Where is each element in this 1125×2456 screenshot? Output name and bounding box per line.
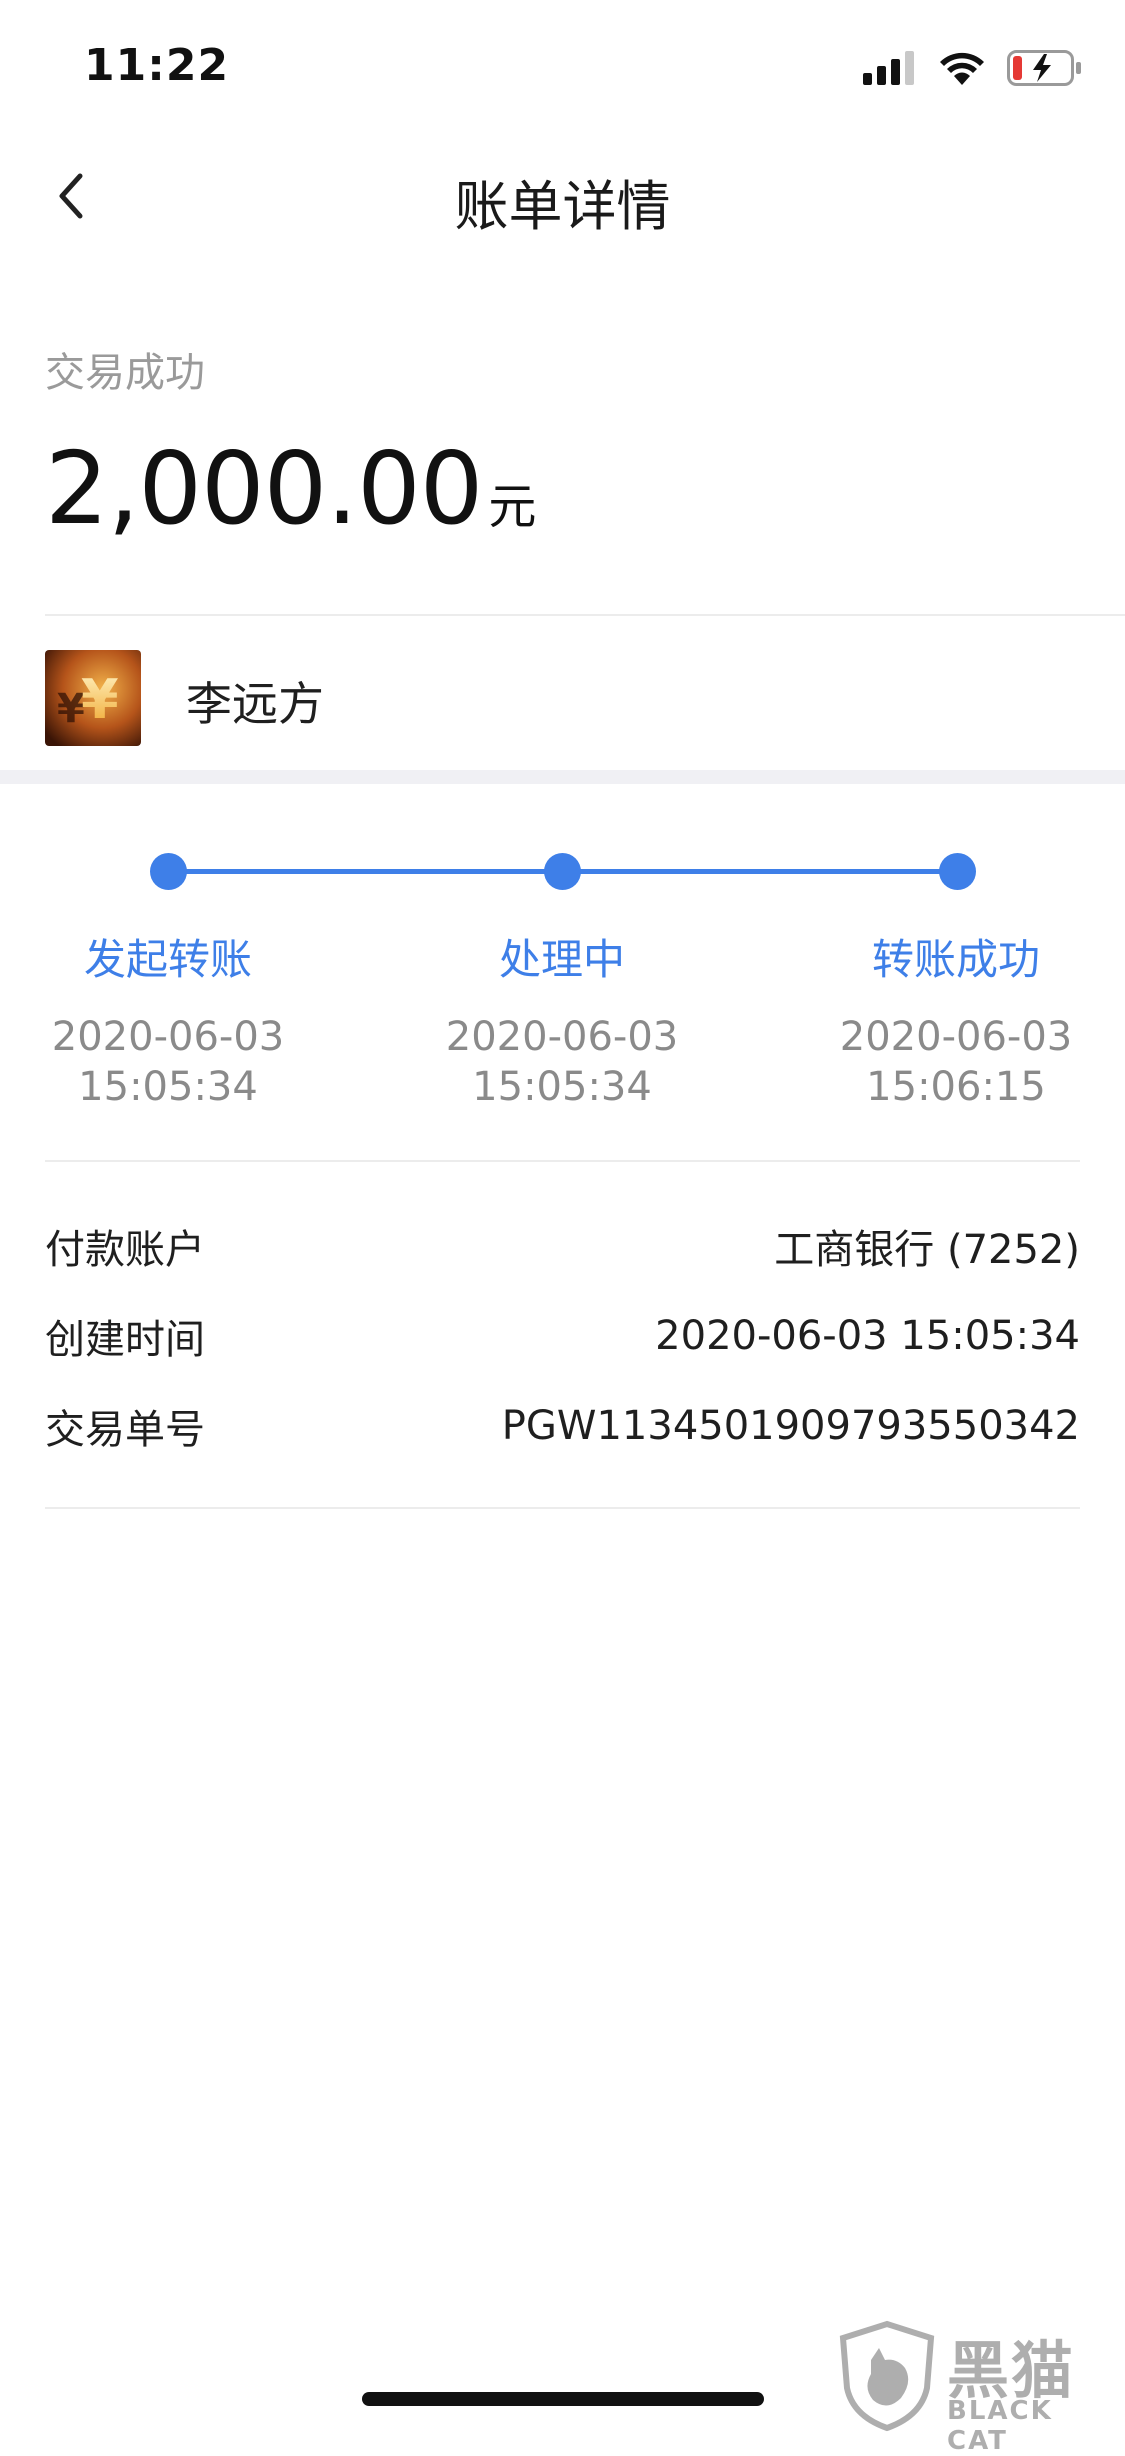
progress-dot-processing	[544, 853, 581, 890]
detail-label: 付款账户	[45, 1227, 205, 1273]
watermark: 黑猫 BLACK CAT	[835, 2320, 1115, 2456]
progress-step-processing: 处理中 2020-06-03 15:05:34	[412, 930, 712, 1112]
step-time: 15:05:34	[78, 1064, 258, 1110]
step-time: 15:06:15	[866, 1064, 1046, 1110]
amount-unit: 元	[488, 479, 537, 535]
page-title: 账单详情	[454, 175, 671, 238]
section-separator	[0, 770, 1125, 784]
step-label: 发起转账	[83, 935, 252, 984]
step-date: 2020-06-03	[445, 1014, 679, 1060]
detail-label: 交易单号	[45, 1407, 205, 1453]
progress-dot-success	[939, 853, 976, 890]
payee-avatar: ¥ ¥	[45, 650, 141, 746]
detail-row-payment-account: 付款账户 工商银行 (7252)	[45, 1216, 1080, 1276]
status-time: 11:22	[84, 40, 230, 91]
wifi-icon	[940, 52, 984, 85]
detail-row-transaction-id[interactable]: 交易单号 PGW1134501909793550342	[45, 1396, 1080, 1456]
detail-value: 工商银行 (7252)	[774, 1227, 1080, 1273]
payee-name: 李远方	[186, 677, 324, 731]
divider	[45, 1507, 1080, 1509]
step-label: 处理中	[498, 935, 625, 984]
nav-bar: 账单详情	[0, 132, 1125, 262]
progress-dot-start	[150, 853, 187, 890]
status-icons	[863, 48, 1083, 88]
amount-value: 2,000.00	[45, 430, 483, 547]
detail-value[interactable]: PGW1134501909793550342	[502, 1403, 1080, 1449]
step-date: 2020-06-03	[51, 1014, 285, 1060]
detail-value: 2020-06-03 15:05:34	[655, 1313, 1080, 1359]
progress-step-success: 转账成功 2020-06-03 15:06:15	[806, 930, 1106, 1112]
yuan-coin-avatar-icon: ¥ ¥	[45, 650, 141, 746]
watermark-text-en: BLACK CAT	[947, 2396, 1053, 2456]
battery-charging-icon	[1007, 50, 1081, 86]
transaction-amount: 2,000.00 元	[45, 430, 536, 547]
detail-row-created-time: 创建时间 2020-06-03 15:05:34	[45, 1306, 1080, 1366]
cellular-signal-icon	[863, 51, 914, 85]
home-indicator[interactable]	[362, 2392, 764, 2406]
divider	[45, 614, 1125, 616]
status-bar: 11:22	[0, 0, 1125, 132]
step-time: 15:05:34	[472, 1064, 652, 1110]
progress-step-start: 发起转账 2020-06-03 15:05:34	[18, 930, 318, 1112]
step-date: 2020-06-03	[839, 1014, 1073, 1060]
cat-shield-icon	[839, 2320, 935, 2432]
step-label: 转账成功	[871, 935, 1040, 984]
svg-text:¥: ¥	[81, 668, 119, 731]
transaction-status: 交易成功	[45, 350, 205, 396]
detail-label: 创建时间	[45, 1317, 205, 1363]
divider	[45, 1160, 1080, 1162]
